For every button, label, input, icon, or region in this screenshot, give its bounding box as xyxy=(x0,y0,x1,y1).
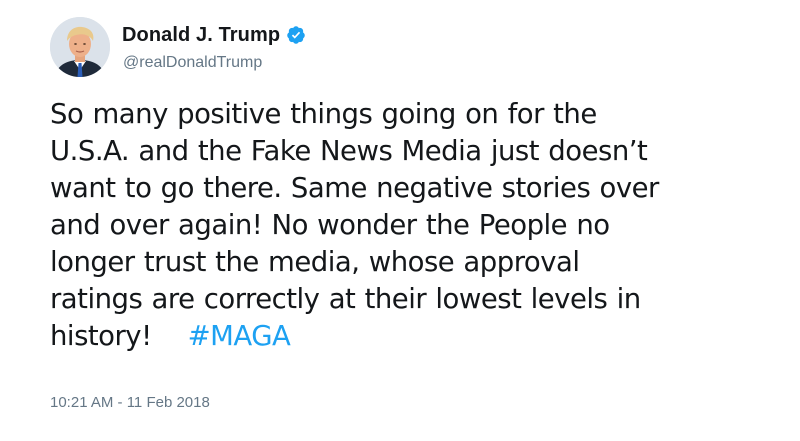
tweet-text-last-line: history! #MAGA xyxy=(50,318,750,355)
user-handle[interactable]: @realDonaldTrump xyxy=(123,54,262,72)
tweet-text: So many positive things going on for the… xyxy=(50,96,750,355)
hashtag-link[interactable]: #MAGA xyxy=(188,320,291,352)
tweet-timestamp[interactable]: 10:21 AM - 11 Feb 2018 xyxy=(50,394,210,411)
tweet-text-line: longer trust the media, whose approval xyxy=(50,246,580,278)
tweet-text-line: U.S.A. and the Fake News Media just does… xyxy=(50,135,648,167)
tweet-card: Donald J. Trump @realDonaldTrump So many… xyxy=(0,0,800,441)
tweet-text-line: want to go there. Same negative stories … xyxy=(50,172,659,204)
tweet-text-line: and over again! No wonder the People no xyxy=(50,209,610,241)
tweet-text-line: So many positive things going on for the xyxy=(50,98,597,130)
avatar[interactable] xyxy=(50,17,110,77)
tweet-text-line: ratings are correctly at their lowest le… xyxy=(50,283,641,315)
tweet-text-line-end: history! xyxy=(50,320,152,352)
verified-badge-icon xyxy=(286,25,306,45)
author-row: Donald J. Trump xyxy=(122,22,306,48)
display-name[interactable]: Donald J. Trump xyxy=(122,24,280,47)
avatar-image xyxy=(50,17,110,77)
